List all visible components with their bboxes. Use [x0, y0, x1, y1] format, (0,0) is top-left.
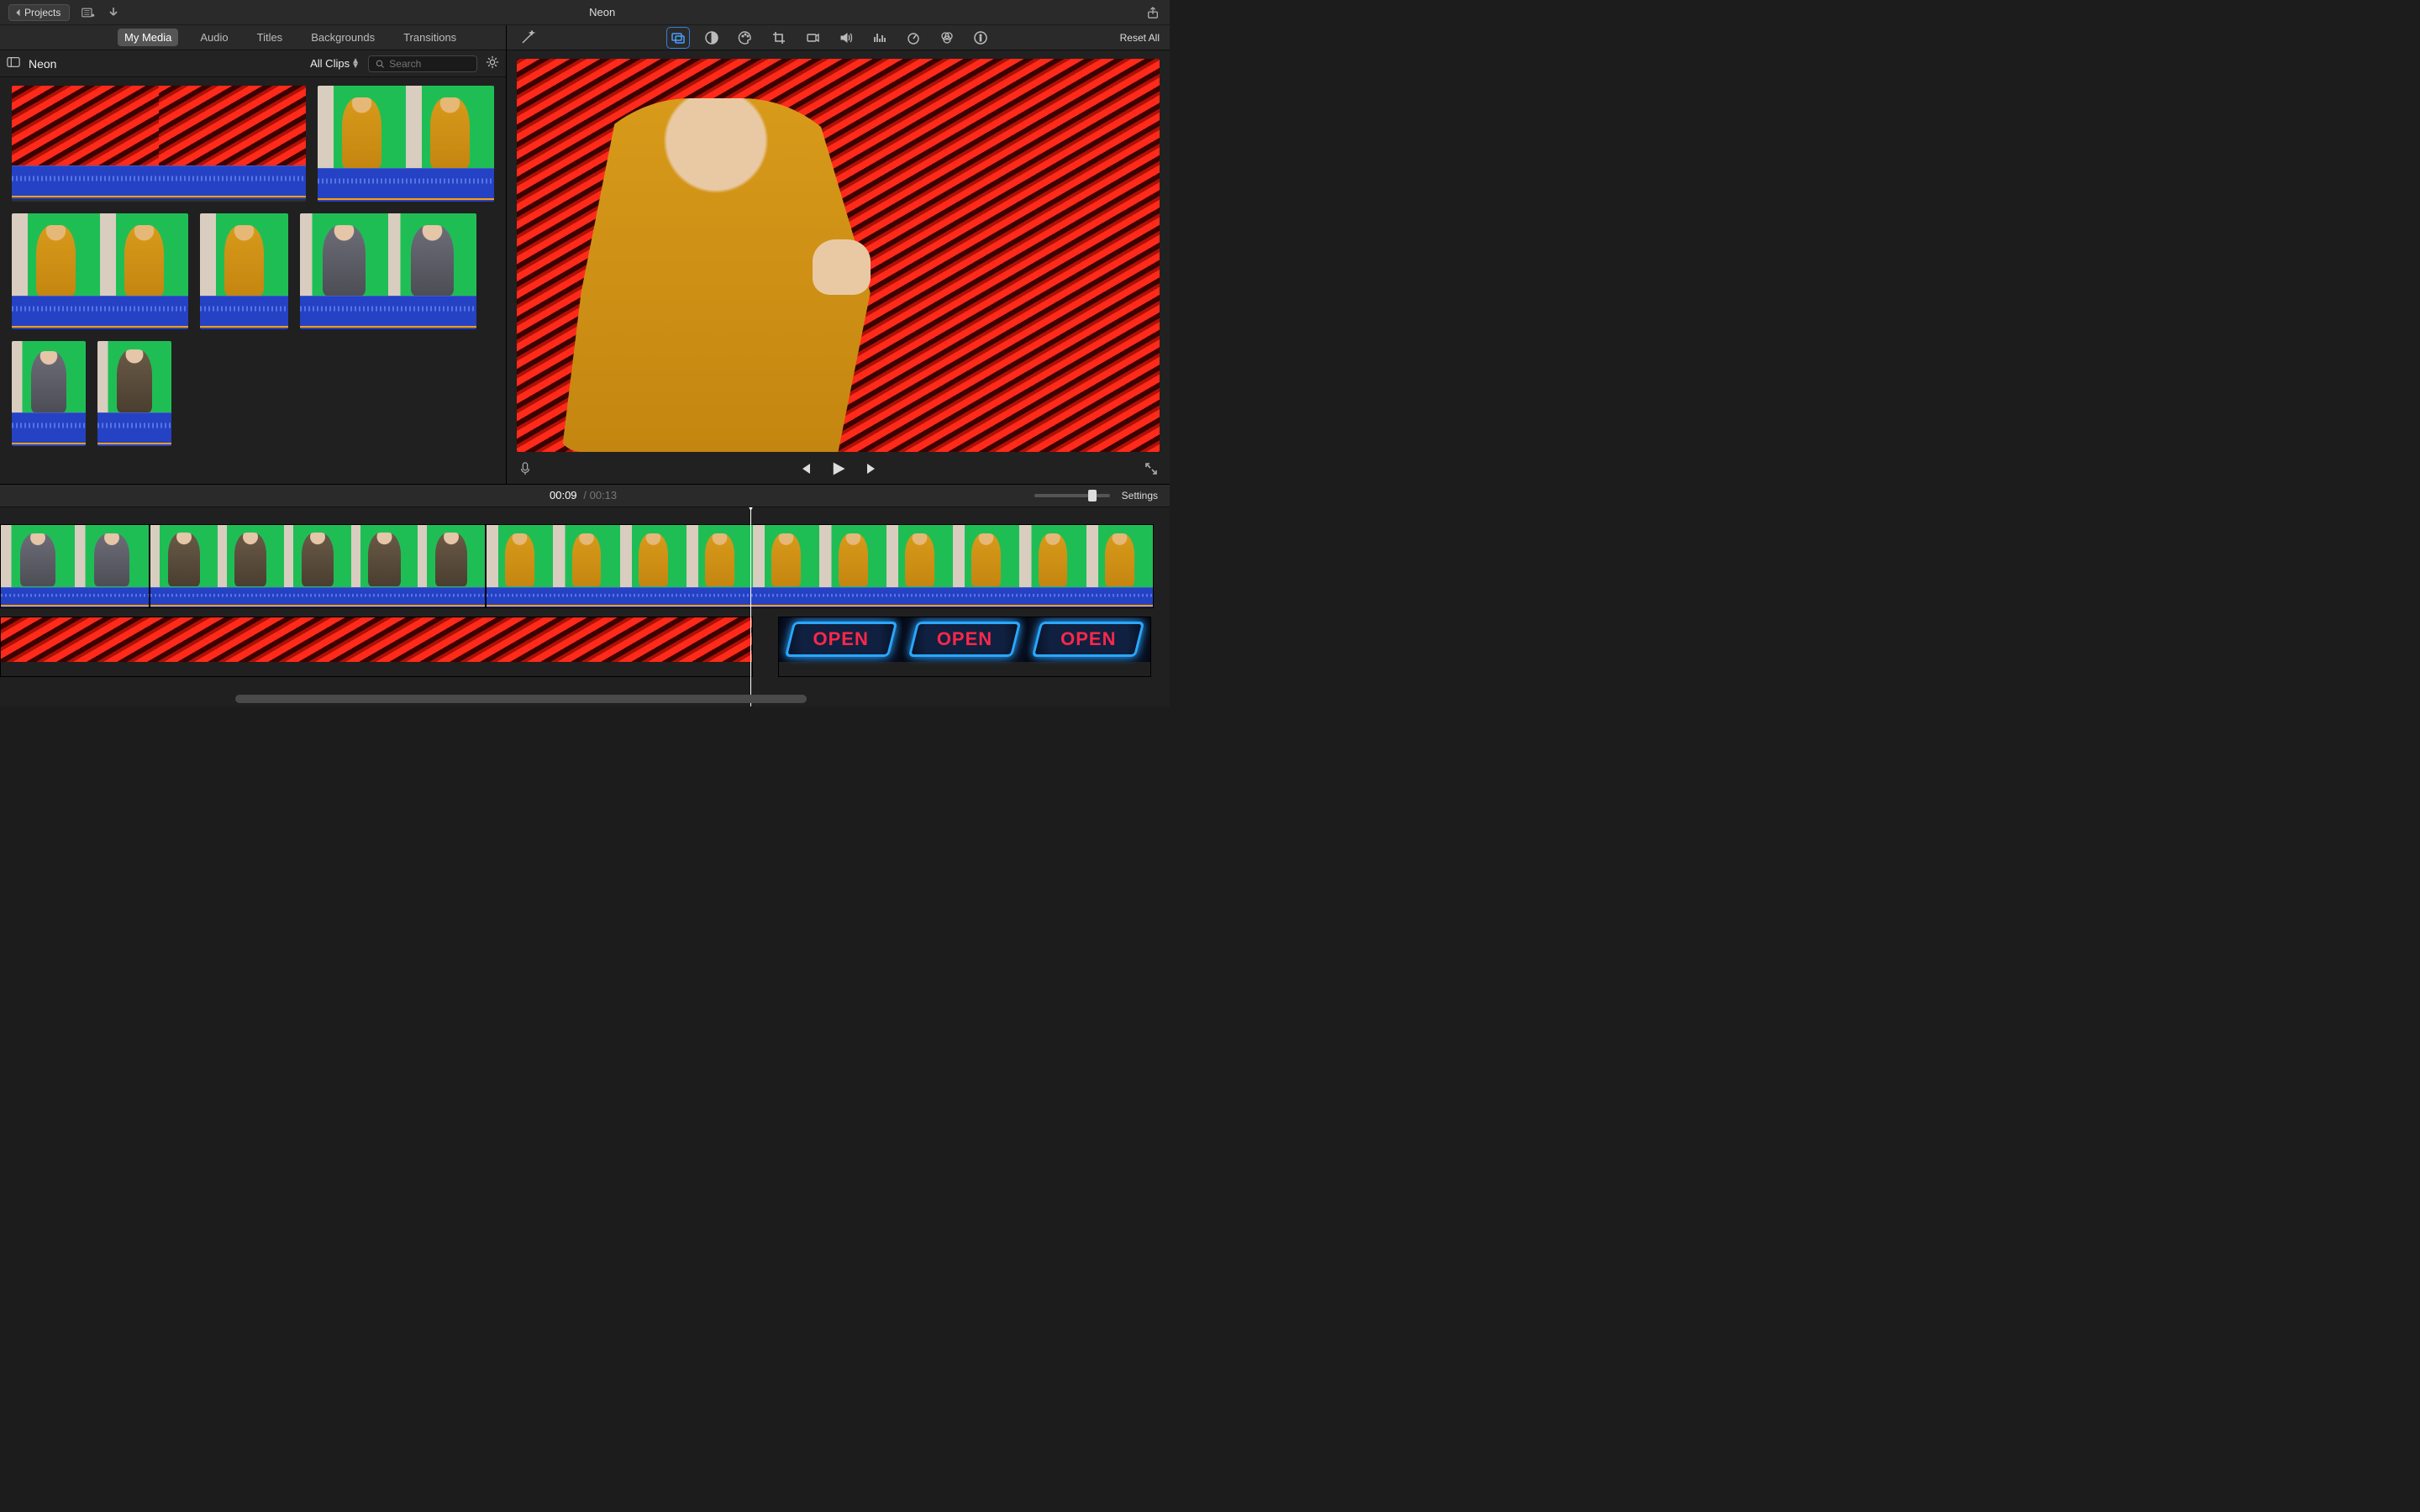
- color-filter-tool[interactable]: [936, 28, 958, 48]
- dropdown-arrows-icon: ▲▼: [351, 59, 360, 69]
- enhance-wand-icon[interactable]: [517, 28, 539, 48]
- crop-tool[interactable]: [768, 28, 790, 48]
- duration: 00:13: [590, 489, 618, 501]
- viewer-toolbar: Reset All: [507, 25, 1170, 50]
- video-track-2[interactable]: OPENOPENOPEN: [0, 617, 1166, 677]
- media-clip[interactable]: [12, 341, 86, 446]
- play-button[interactable]: [830, 460, 847, 480]
- preview-canvas[interactable]: [517, 59, 1160, 452]
- prev-button[interactable]: [798, 462, 812, 478]
- video-track-1[interactable]: [0, 524, 1166, 608]
- reset-all-button[interactable]: Reset All: [1120, 32, 1160, 44]
- sidebar-toggle-icon[interactable]: [7, 55, 20, 71]
- clip-filter-label: All Clips: [310, 57, 350, 70]
- project-title: Neon: [70, 6, 1134, 18]
- timeline[interactable]: OPENOPENOPEN: [0, 507, 1170, 706]
- volume-tool[interactable]: [835, 28, 857, 48]
- color-palette-tool[interactable]: [734, 28, 756, 48]
- color-balance-tool[interactable]: [701, 28, 723, 48]
- viewer: Reset All: [507, 25, 1170, 484]
- timeline-header: 00:09 / 00:13 Settings: [0, 484, 1170, 507]
- browser-tab-my-media[interactable]: My Media: [118, 29, 178, 46]
- speed-tool[interactable]: [902, 28, 924, 48]
- timeline-clip[interactable]: [0, 524, 150, 608]
- search-input[interactable]: [389, 58, 470, 70]
- media-clip[interactable]: [97, 341, 171, 446]
- browser-tab-titles[interactable]: Titles: [250, 29, 290, 46]
- media-clip[interactable]: [12, 86, 306, 202]
- playhead[interactable]: [750, 507, 751, 706]
- equalizer-tool[interactable]: [869, 28, 891, 48]
- search-field[interactable]: [368, 55, 477, 72]
- library-name: Neon: [29, 57, 56, 71]
- back-to-projects-button[interactable]: Projects: [8, 4, 70, 21]
- share-icon[interactable]: [1146, 6, 1160, 19]
- browser-tabs: My Media Audio Titles Backgrounds Transition…: [0, 25, 506, 50]
- browser-tab-transitions[interactable]: Transitions: [397, 29, 463, 46]
- timecode-readout: 00:09 / 00:13: [550, 489, 617, 502]
- overlay-tool[interactable]: [667, 28, 689, 48]
- timeline-zoom-slider[interactable]: [1034, 494, 1110, 497]
- browser-tab-audio[interactable]: Audio: [193, 29, 234, 46]
- media-clip[interactable]: [300, 213, 476, 329]
- back-label: Projects: [24, 7, 60, 18]
- media-clip[interactable]: [200, 213, 288, 329]
- browser-tab-backgrounds[interactable]: Backgrounds: [304, 29, 381, 46]
- browser-settings-icon[interactable]: [486, 55, 499, 71]
- timeline-clip[interactable]: OPENOPENOPEN: [778, 617, 1151, 677]
- browser-toolbar: Neon All Clips ▲▼: [0, 50, 506, 77]
- clip-grid: [0, 77, 506, 484]
- voiceover-mic-icon[interactable]: [518, 462, 532, 478]
- playback-controls: [507, 455, 1170, 484]
- timeline-clip[interactable]: [0, 617, 753, 677]
- media-browser: My Media Audio Titles Backgrounds Transition…: [0, 25, 507, 484]
- stabilize-tool[interactable]: [802, 28, 823, 48]
- next-button[interactable]: [865, 462, 879, 478]
- info-tool[interactable]: [970, 28, 992, 48]
- clip-filter-dropdown[interactable]: All Clips ▲▼: [310, 57, 360, 70]
- timeline-settings-button[interactable]: Settings: [1122, 490, 1158, 501]
- timeline-clip[interactable]: [486, 524, 1154, 608]
- fullscreen-icon[interactable]: [1144, 462, 1158, 478]
- media-clip[interactable]: [318, 86, 494, 202]
- current-time: 00:09: [550, 489, 577, 501]
- timeline-scrollbar[interactable]: [235, 695, 807, 703]
- timeline-clip[interactable]: [150, 524, 486, 608]
- media-clip[interactable]: [12, 213, 188, 329]
- title-bar: Projects Neon: [0, 0, 1170, 25]
